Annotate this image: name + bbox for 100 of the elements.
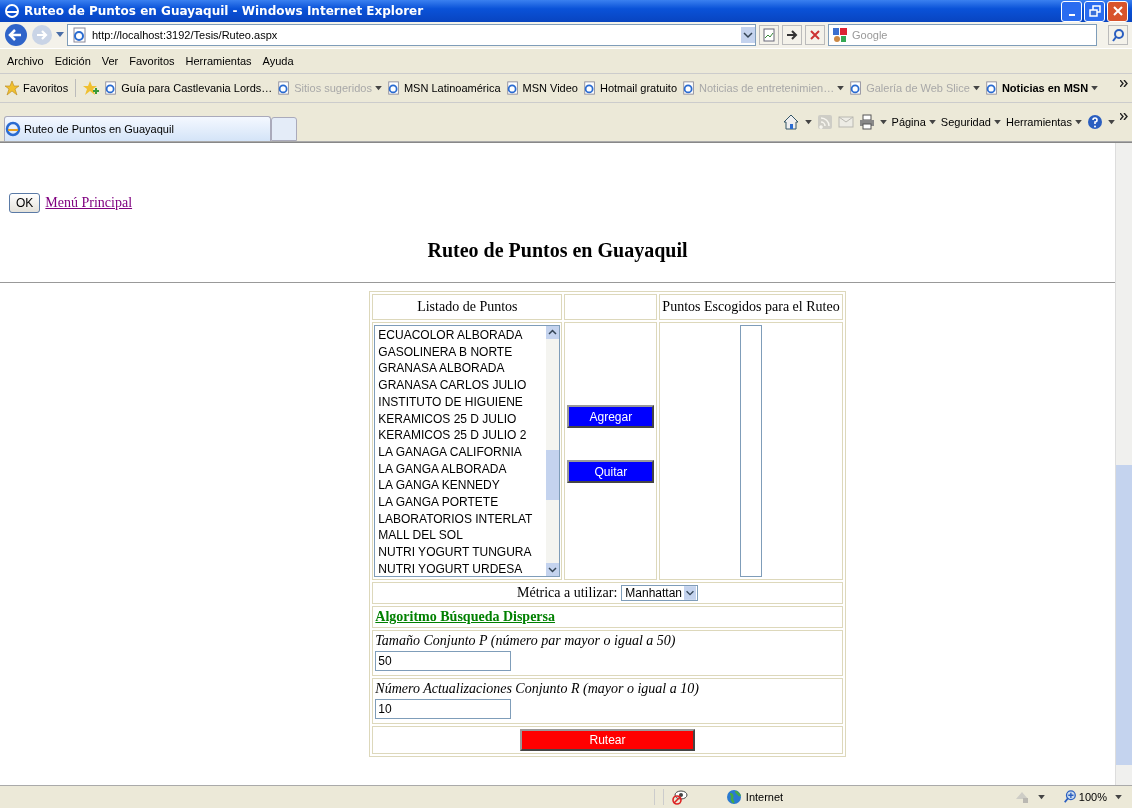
list-option[interactable]: GRANASA CARLOS JULIO — [378, 377, 544, 394]
add-favorite-icon[interactable] — [83, 80, 100, 96]
minimize-icon — [1068, 14, 1075, 16]
list-option[interactable]: KERAMICOS 25 D JULIO — [378, 410, 544, 428]
home-icon[interactable] — [781, 113, 800, 131]
list-scrollbar[interactable] — [546, 326, 560, 576]
menu-item[interactable]: Favoritos — [129, 55, 175, 67]
browser-logo-icon — [5, 121, 21, 137]
more-chevron-icon[interactable] — [1120, 80, 1128, 87]
favorites-button[interactable]: Favoritos — [4, 80, 69, 96]
stop-button[interactable] — [805, 25, 825, 45]
scroll-thumb[interactable] — [546, 450, 560, 500]
list-option[interactable]: NUTRI YOGURT TUNGURA — [378, 544, 544, 561]
favorite-link[interactable]: Guía para Castlevania Lords… — [104, 81, 273, 95]
page-scrollbar[interactable] — [1115, 143, 1132, 785]
list-option[interactable]: GRANASA ALBORADA — [378, 360, 544, 378]
restore-icon — [1088, 5, 1101, 17]
page-icon — [682, 81, 696, 95]
caret-icon — [837, 85, 845, 91]
list-option[interactable]: MALL DEL SOL — [378, 527, 544, 545]
metric-label: Métrica a utilizar: — [517, 585, 618, 600]
caret-icon[interactable] — [804, 119, 812, 125]
zoom-icon — [1062, 790, 1077, 804]
browser-tab[interactable]: Ruteo de Puntos en Guayaquil — [4, 116, 271, 141]
scroll-thumb[interactable] — [1116, 465, 1132, 765]
caret-icon — [1075, 119, 1082, 125]
command-menu[interactable]: Seguridad — [940, 116, 1001, 128]
broken-page-icon — [762, 28, 776, 42]
menu-item[interactable]: Edición — [54, 55, 91, 67]
input-field[interactable]: 50 — [375, 651, 512, 671]
list-option[interactable]: LA GANGA KENNEDY — [378, 477, 544, 495]
chosen-listbox[interactable] — [740, 325, 762, 577]
main-menu-link[interactable]: Menú Principal — [45, 195, 133, 211]
page-icon — [582, 81, 597, 95]
list-option[interactable]: INSTITUTO DE HIGUIENE — [378, 393, 544, 411]
command-menu[interactable]: Página — [891, 116, 936, 128]
arrow-right-icon — [785, 28, 799, 42]
page-icon — [984, 81, 999, 95]
metric-select[interactable]: Manhattan — [621, 585, 698, 601]
window-title: Ruteo de Puntos en Guayaquil - Windows Internet Explorer — [24, 4, 425, 18]
caret-icon[interactable] — [879, 119, 887, 125]
caret-icon[interactable] — [56, 32, 64, 38]
list-option[interactable]: LA GANGA PORTETE — [378, 494, 544, 511]
menu-item[interactable]: Ver — [101, 55, 119, 67]
menu-item[interactable]: Herramientas — [185, 55, 252, 67]
list-option[interactable]: KERAMICOS 25 D JULIO 2 — [378, 427, 544, 444]
route-button[interactable]: Rutear — [520, 729, 695, 751]
dropdown-icon[interactable] — [741, 27, 755, 43]
list-option[interactable]: LABORATORIOS INTERLAT — [378, 510, 544, 528]
page-icon — [277, 81, 292, 95]
list-option[interactable]: LA GANAGA CALIFORNIA — [378, 443, 544, 461]
stop-icon — [808, 28, 822, 42]
scroll-up-icon[interactable] — [546, 326, 560, 339]
search-provider-icon — [832, 27, 848, 43]
minimize-button[interactable] — [1061, 0, 1082, 22]
command-menu[interactable]: Herramientas — [1005, 116, 1082, 128]
points-listbox[interactable] — [374, 325, 561, 577]
favorite-link[interactable]: Noticias en MSN — [984, 81, 1099, 95]
caret-icon[interactable] — [1115, 794, 1122, 800]
page-icon — [505, 81, 520, 95]
column-header: Puntos Escogidos para el Ruteo — [659, 294, 843, 320]
printer-icon[interactable] — [858, 114, 875, 130]
close-button[interactable] — [1107, 0, 1128, 22]
search-placeholder: Google — [852, 29, 888, 41]
page-icon — [104, 81, 119, 95]
more-chevron-icon[interactable] — [1120, 113, 1128, 120]
browser-logo-icon — [4, 3, 20, 19]
list-option[interactable]: LA GANGA ALBORADA — [378, 460, 544, 478]
caret-icon[interactable] — [1037, 794, 1045, 800]
favorite-link[interactable]: MSN Latinoamérica — [386, 81, 501, 95]
zone-label: Internet — [745, 791, 784, 803]
add-button[interactable]: Agregar — [567, 405, 655, 428]
list-option[interactable]: NUTRI YOGURT URDESA — [378, 560, 544, 578]
remove-button[interactable]: Quitar — [567, 460, 655, 483]
zoom-button[interactable]: 100% — [1062, 790, 1107, 804]
scroll-down-icon[interactable] — [546, 563, 560, 576]
help-icon[interactable] — [1087, 114, 1103, 130]
ok-button[interactable]: OK — [9, 193, 41, 213]
caret-icon[interactable] — [1108, 119, 1115, 125]
input-field[interactable]: 10 — [375, 699, 512, 719]
caret-icon — [1091, 85, 1099, 91]
page-icon — [72, 27, 88, 43]
back-button[interactable] — [4, 23, 28, 47]
privacy-eye-icon[interactable] — [671, 789, 688, 805]
page-icon — [849, 81, 864, 95]
page-icon — [386, 81, 401, 95]
list-option[interactable]: ECUACOLOR ALBORADA — [378, 327, 544, 344]
caret-icon — [972, 85, 980, 91]
menu-item[interactable]: Ayuda — [262, 55, 294, 67]
star-icon — [4, 80, 20, 96]
list-option[interactable]: GASOLINERA B NORTE — [378, 343, 544, 361]
menu-item[interactable]: Archivo — [7, 55, 44, 67]
caret-icon — [928, 119, 936, 125]
search-button[interactable] — [1108, 25, 1128, 45]
restore-button[interactable] — [1084, 0, 1105, 22]
go-button[interactable] — [782, 25, 802, 45]
close-icon — [1111, 5, 1124, 17]
favorite-link[interactable]: Hotmail gratuito — [582, 81, 677, 95]
favorite-link[interactable]: MSN Video — [505, 81, 578, 95]
address-field[interactable]: http://localhost:3192/Tesis/Ruteo.aspx — [67, 24, 756, 46]
